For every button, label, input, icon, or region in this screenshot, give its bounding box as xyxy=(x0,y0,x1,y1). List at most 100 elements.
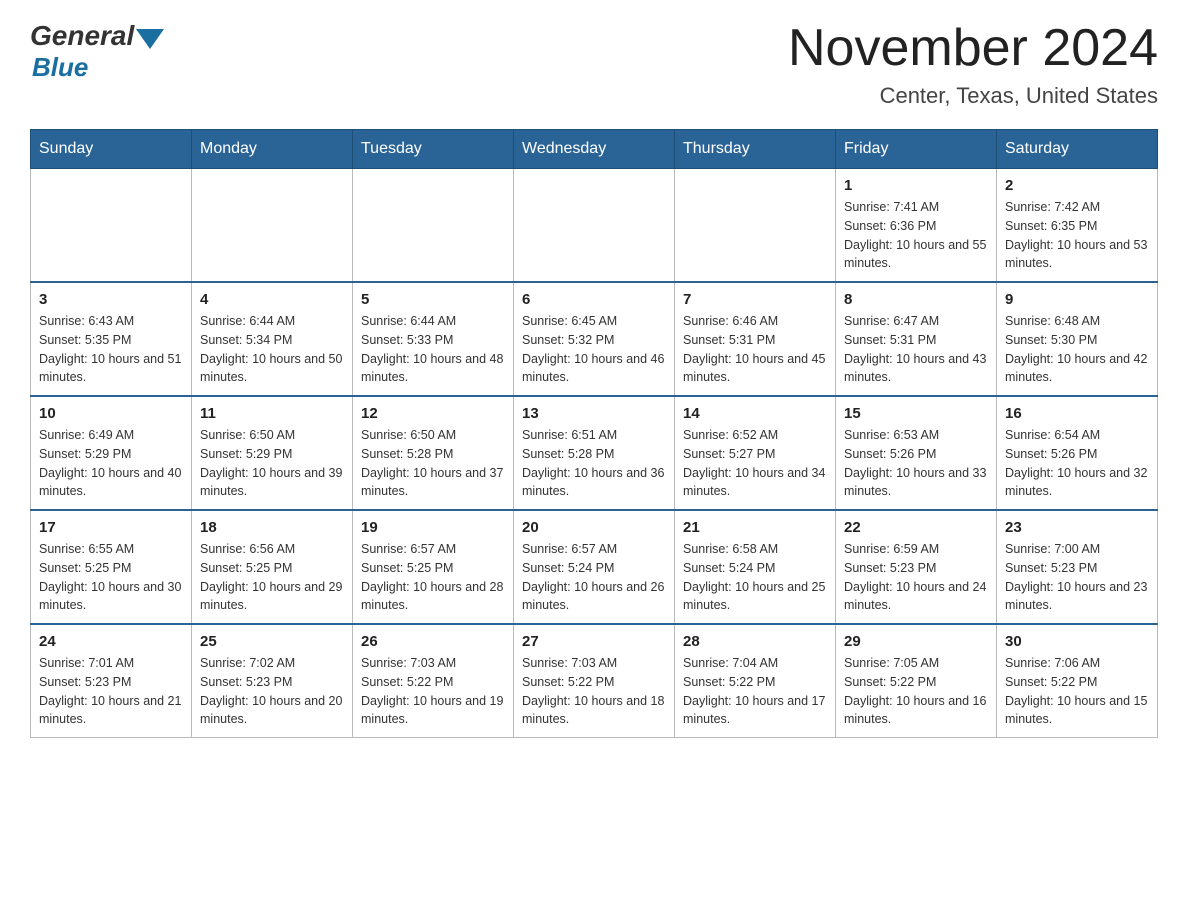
day-info: Sunrise: 6:58 AMSunset: 5:24 PMDaylight:… xyxy=(683,540,827,615)
calendar-cell: 4 Sunrise: 6:44 AMSunset: 5:34 PMDaylight… xyxy=(192,282,353,396)
day-number: 6 xyxy=(522,291,666,308)
calendar-cell: 28 Sunrise: 7:04 AMSunset: 5:22 PMDayligh… xyxy=(675,624,836,738)
day-number: 11 xyxy=(200,405,344,422)
calendar-cell: 19 Sunrise: 6:57 AMSunset: 5:25 PMDayligh… xyxy=(353,510,514,624)
calendar-cell: 23Sunrise: 7:00 AMSunset: 5:23 PMDayligh… xyxy=(997,510,1158,624)
title-area: November 2024 Center, Texas, United Stat… xyxy=(788,20,1158,109)
day-number: 19 xyxy=(361,519,505,536)
calendar-cell xyxy=(31,169,192,283)
calendar-cell: 21 Sunrise: 6:58 AMSunset: 5:24 PMDayligh… xyxy=(675,510,836,624)
day-number: 22 xyxy=(844,519,988,536)
calendar-cell: 22 Sunrise: 6:59 AMSunset: 5:23 PMDayligh… xyxy=(836,510,997,624)
logo-general-text: General xyxy=(30,20,134,52)
calendar-week-row: 1 Sunrise: 7:41 AMSunset: 6:36 PMDaylight… xyxy=(31,169,1158,283)
calendar-cell: 1 Sunrise: 7:41 AMSunset: 6:36 PMDaylight… xyxy=(836,169,997,283)
day-number: 17 xyxy=(39,519,183,536)
day-number: 16 xyxy=(1005,405,1149,422)
day-info: Sunrise: 6:55 AMSunset: 5:25 PMDaylight:… xyxy=(39,540,183,615)
page-subtitle: Center, Texas, United States xyxy=(788,83,1158,109)
calendar-cell: 20 Sunrise: 6:57 AMSunset: 5:24 PMDayligh… xyxy=(514,510,675,624)
calendar-week-row: 10Sunrise: 6:49 AMSunset: 5:29 PMDayligh… xyxy=(31,396,1158,510)
day-info: Sunrise: 7:03 AMSunset: 5:22 PMDaylight:… xyxy=(361,654,505,729)
calendar-week-row: 24Sunrise: 7:01 AMSunset: 5:23 PMDayligh… xyxy=(31,624,1158,738)
header-tuesday: Tuesday xyxy=(353,130,514,169)
calendar-cell: 27Sunrise: 7:03 AMSunset: 5:22 PMDayligh… xyxy=(514,624,675,738)
day-number: 5 xyxy=(361,291,505,308)
header-sunday: Sunday xyxy=(31,130,192,169)
day-number: 2 xyxy=(1005,177,1149,194)
day-number: 9 xyxy=(1005,291,1149,308)
logo: General Blue xyxy=(30,20,164,83)
calendar-cell: 6 Sunrise: 6:45 AMSunset: 5:32 PMDaylight… xyxy=(514,282,675,396)
day-number: 25 xyxy=(200,633,344,650)
day-info: Sunrise: 6:44 AMSunset: 5:33 PMDaylight:… xyxy=(361,312,505,387)
day-info: Sunrise: 7:05 AMSunset: 5:22 PMDaylight:… xyxy=(844,654,988,729)
calendar-cell: 29 Sunrise: 7:05 AMSunset: 5:22 PMDayligh… xyxy=(836,624,997,738)
day-number: 15 xyxy=(844,405,988,422)
logo-blue-text: Blue xyxy=(32,52,164,83)
day-info: Sunrise: 7:41 AMSunset: 6:36 PMDaylight:… xyxy=(844,198,988,273)
day-number: 28 xyxy=(683,633,827,650)
day-info: Sunrise: 6:51 AMSunset: 5:28 PMDaylight:… xyxy=(522,426,666,501)
calendar-table: SundayMondayTuesdayWednesdayThursdayFrid… xyxy=(30,129,1158,738)
header-thursday: Thursday xyxy=(675,130,836,169)
day-info: Sunrise: 6:56 AMSunset: 5:25 PMDaylight:… xyxy=(200,540,344,615)
day-number: 13 xyxy=(522,405,666,422)
header: General Blue November 2024 Center, Texas… xyxy=(30,20,1158,109)
calendar-cell: 17 Sunrise: 6:55 AMSunset: 5:25 PMDayligh… xyxy=(31,510,192,624)
day-number: 14 xyxy=(683,405,827,422)
calendar-cell: 25 Sunrise: 7:02 AMSunset: 5:23 PMDayligh… xyxy=(192,624,353,738)
calendar-cell: 2 Sunrise: 7:42 AMSunset: 6:35 PMDaylight… xyxy=(997,169,1158,283)
calendar-cell: 7 Sunrise: 6:46 AMSunset: 5:31 PMDaylight… xyxy=(675,282,836,396)
calendar-cell: 15 Sunrise: 6:53 AMSunset: 5:26 PMDayligh… xyxy=(836,396,997,510)
day-number: 3 xyxy=(39,291,183,308)
day-info: Sunrise: 6:59 AMSunset: 5:23 PMDaylight:… xyxy=(844,540,988,615)
day-info: Sunrise: 6:49 AMSunset: 5:29 PMDaylight:… xyxy=(39,426,183,501)
day-number: 12 xyxy=(361,405,505,422)
day-number: 30 xyxy=(1005,633,1149,650)
day-number: 27 xyxy=(522,633,666,650)
day-number: 29 xyxy=(844,633,988,650)
day-info: Sunrise: 7:01 AMSunset: 5:23 PMDaylight:… xyxy=(39,654,183,729)
calendar-cell: 11Sunrise: 6:50 AMSunset: 5:29 PMDayligh… xyxy=(192,396,353,510)
day-number: 23 xyxy=(1005,519,1149,536)
day-info: Sunrise: 6:57 AMSunset: 5:25 PMDaylight:… xyxy=(361,540,505,615)
day-number: 18 xyxy=(200,519,344,536)
calendar-cell: 16 Sunrise: 6:54 AMSunset: 5:26 PMDayligh… xyxy=(997,396,1158,510)
day-number: 20 xyxy=(522,519,666,536)
calendar-cell: 8Sunrise: 6:47 AMSunset: 5:31 PMDaylight… xyxy=(836,282,997,396)
day-info: Sunrise: 6:48 AMSunset: 5:30 PMDaylight:… xyxy=(1005,312,1149,387)
day-number: 21 xyxy=(683,519,827,536)
day-info: Sunrise: 6:57 AMSunset: 5:24 PMDaylight:… xyxy=(522,540,666,615)
calendar-cell xyxy=(675,169,836,283)
header-wednesday: Wednesday xyxy=(514,130,675,169)
day-info: Sunrise: 7:02 AMSunset: 5:23 PMDaylight:… xyxy=(200,654,344,729)
header-saturday: Saturday xyxy=(997,130,1158,169)
day-info: Sunrise: 6:46 AMSunset: 5:31 PMDaylight:… xyxy=(683,312,827,387)
logo-triangle-icon xyxy=(136,29,164,49)
day-info: Sunrise: 6:52 AMSunset: 5:27 PMDaylight:… xyxy=(683,426,827,501)
day-info: Sunrise: 7:04 AMSunset: 5:22 PMDaylight:… xyxy=(683,654,827,729)
day-number: 1 xyxy=(844,177,988,194)
day-info: Sunrise: 6:54 AMSunset: 5:26 PMDaylight:… xyxy=(1005,426,1149,501)
day-info: Sunrise: 7:06 AMSunset: 5:22 PMDaylight:… xyxy=(1005,654,1149,729)
day-number: 8 xyxy=(844,291,988,308)
calendar-cell: 3Sunrise: 6:43 AMSunset: 5:35 PMDaylight… xyxy=(31,282,192,396)
day-info: Sunrise: 6:53 AMSunset: 5:26 PMDaylight:… xyxy=(844,426,988,501)
calendar-cell: 5 Sunrise: 6:44 AMSunset: 5:33 PMDaylight… xyxy=(353,282,514,396)
calendar-cell: 14 Sunrise: 6:52 AMSunset: 5:27 PMDayligh… xyxy=(675,396,836,510)
header-monday: Monday xyxy=(192,130,353,169)
calendar-week-row: 3Sunrise: 6:43 AMSunset: 5:35 PMDaylight… xyxy=(31,282,1158,396)
calendar-cell: 30 Sunrise: 7:06 AMSunset: 5:22 PMDayligh… xyxy=(997,624,1158,738)
day-number: 7 xyxy=(683,291,827,308)
day-info: Sunrise: 6:45 AMSunset: 5:32 PMDaylight:… xyxy=(522,312,666,387)
day-number: 4 xyxy=(200,291,344,308)
calendar-cell: 9 Sunrise: 6:48 AMSunset: 5:30 PMDaylight… xyxy=(997,282,1158,396)
calendar-cell: 26Sunrise: 7:03 AMSunset: 5:22 PMDayligh… xyxy=(353,624,514,738)
day-info: Sunrise: 6:50 AMSunset: 5:28 PMDaylight:… xyxy=(361,426,505,501)
calendar-cell: 10Sunrise: 6:49 AMSunset: 5:29 PMDayligh… xyxy=(31,396,192,510)
day-info: Sunrise: 6:44 AMSunset: 5:34 PMDaylight:… xyxy=(200,312,344,387)
calendar-cell: 24Sunrise: 7:01 AMSunset: 5:23 PMDayligh… xyxy=(31,624,192,738)
calendar-cell: 12 Sunrise: 6:50 AMSunset: 5:28 PMDayligh… xyxy=(353,396,514,510)
day-info: Sunrise: 7:42 AMSunset: 6:35 PMDaylight:… xyxy=(1005,198,1149,273)
